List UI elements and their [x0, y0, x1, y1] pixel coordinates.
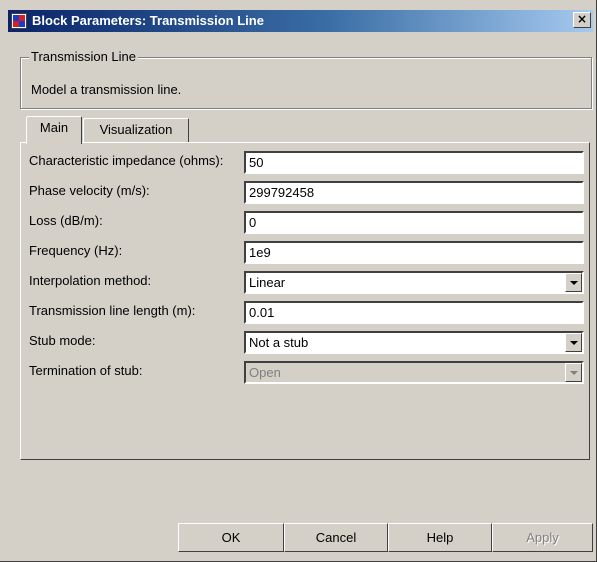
phase-velocity-field[interactable]: 299792458 — [244, 181, 584, 204]
stub-mode-dropdown[interactable]: Not a stub — [244, 331, 584, 354]
chevron-down-icon — [565, 363, 582, 382]
frequency-label: Frequency (Hz): — [29, 243, 123, 258]
main-tab-panel: Characteristic impedance (ohms): 50 Phas… — [20, 142, 590, 460]
phase-velocity-value: 299792458 — [249, 185, 315, 200]
line-length-field[interactable]: 0.01 — [244, 301, 584, 324]
help-button[interactable]: Help — [388, 523, 492, 552]
characteristic-impedance-label: Characteristic impedance (ohms): — [29, 153, 224, 168]
description-group: Transmission Line Model a transmission l… — [20, 49, 592, 109]
frequency-value: 1e9 — [249, 245, 271, 260]
close-icon[interactable]: × — [573, 12, 591, 28]
chevron-down-icon[interactable] — [565, 333, 582, 352]
cancel-button[interactable]: Cancel — [284, 523, 388, 552]
group-legend: Transmission Line — [29, 49, 139, 64]
interpolation-method-label: Interpolation method: — [29, 273, 152, 288]
dialog-window: Block Parameters: Transmission Line × Tr… — [0, 0, 597, 562]
line-length-value: 0.01 — [249, 305, 275, 320]
apply-button: Apply — [492, 523, 593, 552]
loss-value: 0 — [249, 215, 257, 230]
characteristic-impedance-field[interactable]: 50 — [244, 151, 584, 174]
tab-visualization[interactable]: Visualization — [83, 118, 189, 142]
simulink-block-icon — [11, 13, 27, 29]
tab-main[interactable]: Main — [26, 116, 82, 144]
termination-of-stub-label: Termination of stub: — [29, 363, 143, 378]
ok-button[interactable]: OK — [178, 523, 284, 552]
loss-label: Loss (dB/m): — [29, 213, 103, 228]
interpolation-method-value: Linear — [249, 275, 286, 290]
stub-mode-label: Stub mode: — [29, 333, 96, 348]
stub-mode-value: Not a stub — [249, 335, 309, 350]
interpolation-method-dropdown[interactable]: Linear — [244, 271, 584, 294]
frequency-field[interactable]: 1e9 — [244, 241, 584, 264]
phase-velocity-label: Phase velocity (m/s): — [29, 183, 150, 198]
title-bar[interactable]: Block Parameters: Transmission Line × — [8, 10, 593, 32]
termination-of-stub-dropdown: Open — [244, 361, 584, 384]
block-description: Model a transmission line. — [31, 82, 182, 97]
window-title: Block Parameters: Transmission Line — [32, 13, 264, 28]
chevron-down-icon[interactable] — [565, 273, 582, 292]
termination-of-stub-value: Open — [249, 365, 281, 380]
loss-field[interactable]: 0 — [244, 211, 584, 234]
characteristic-impedance-value: 50 — [249, 155, 264, 170]
line-length-label: Transmission line length (m): — [29, 303, 196, 318]
